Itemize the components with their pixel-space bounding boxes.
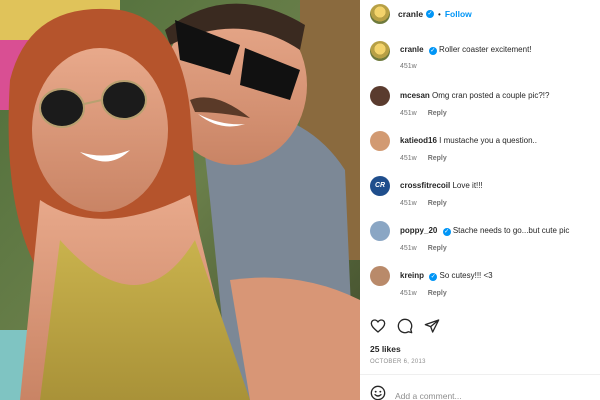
comment-timestamp[interactable]: 451w: [400, 290, 417, 297]
list-item: poppy_20 ✓ Stache needs to go...but cute…: [370, 221, 596, 261]
comment-timestamp[interactable]: 451w: [400, 200, 417, 207]
commenter-avatar[interactable]: CR: [370, 176, 390, 196]
author-avatar[interactable]: [370, 4, 390, 24]
caption-timestamp[interactable]: 451w: [400, 63, 417, 70]
divider: [360, 374, 600, 375]
commenter-username[interactable]: crossfitrecoil: [400, 181, 450, 190]
verified-badge-icon: ✓: [426, 10, 435, 18]
comment-timestamp[interactable]: 451w: [400, 110, 417, 117]
heart-icon[interactable]: [370, 318, 386, 334]
comment-text: Love it!!!: [452, 181, 483, 190]
list-item: mcesan Omg cran posted a couple pic?!? 4…: [370, 86, 596, 126]
post-details-panel: cranle ✓ • Follow cranle ✓ Roller coaste…: [360, 0, 600, 400]
comment-text: Stache needs to go...but cute pic: [452, 226, 570, 235]
verified-badge-icon: ✓: [428, 47, 437, 55]
commenter-username[interactable]: kreinp: [400, 271, 424, 280]
likes-count[interactable]: 25 likes: [370, 344, 401, 354]
comment-timestamp[interactable]: 451w: [400, 245, 417, 252]
reply-button[interactable]: Reply: [428, 155, 447, 162]
commenter-avatar[interactable]: [370, 86, 390, 106]
commenter-username[interactable]: katieod16: [400, 136, 437, 145]
commenter-avatar[interactable]: [370, 131, 390, 151]
caption: cranle ✓ Roller coaster excitement! 451w: [370, 41, 596, 81]
share-icon[interactable]: [424, 318, 440, 334]
comment-input[interactable]: [395, 390, 575, 400]
verified-badge-icon: ✓: [442, 228, 451, 236]
comment-icon[interactable]: [397, 318, 413, 334]
comment-timestamp[interactable]: 451w: [400, 155, 417, 162]
post-photo[interactable]: [0, 0, 360, 400]
caption-author-avatar[interactable]: [370, 41, 390, 61]
commenter-avatar[interactable]: [370, 221, 390, 241]
list-item: CR crossfitrecoil Love it!!! 451w Reply: [370, 176, 596, 216]
commenter-username[interactable]: mcesan: [400, 91, 430, 100]
list-item: katieod16 I mustache you a question.. 45…: [370, 131, 596, 171]
list-item: kreinp ✓ So cutesy!!! <3 451w Reply: [370, 266, 596, 306]
follow-button[interactable]: Follow: [445, 9, 472, 19]
caption-author[interactable]: cranle: [400, 45, 424, 54]
post-date[interactable]: OCTOBER 6, 2013: [370, 359, 426, 365]
author-username[interactable]: cranle: [398, 9, 423, 19]
verified-badge-icon: ✓: [429, 273, 438, 281]
caption-text: Roller coaster excitement!: [439, 45, 532, 54]
post-header: cranle ✓ • Follow: [360, 0, 600, 28]
reply-button[interactable]: Reply: [428, 110, 447, 117]
comment-text: Omg cran posted a couple pic?!?: [432, 91, 550, 100]
post-photo-image: [0, 0, 360, 400]
reply-button[interactable]: Reply: [428, 200, 447, 207]
header-separator: •: [438, 9, 441, 19]
emoji-icon[interactable]: [370, 385, 386, 400]
post-actions: [370, 318, 440, 334]
comment-text: I mustache you a question..: [439, 136, 537, 145]
add-comment-bar: [370, 385, 575, 400]
comment-text: So cutesy!!! <3: [439, 271, 493, 280]
reply-button[interactable]: Reply: [428, 245, 447, 252]
commenter-username[interactable]: poppy_20: [400, 226, 437, 235]
reply-button[interactable]: Reply: [428, 290, 447, 297]
commenter-avatar[interactable]: [370, 266, 390, 286]
